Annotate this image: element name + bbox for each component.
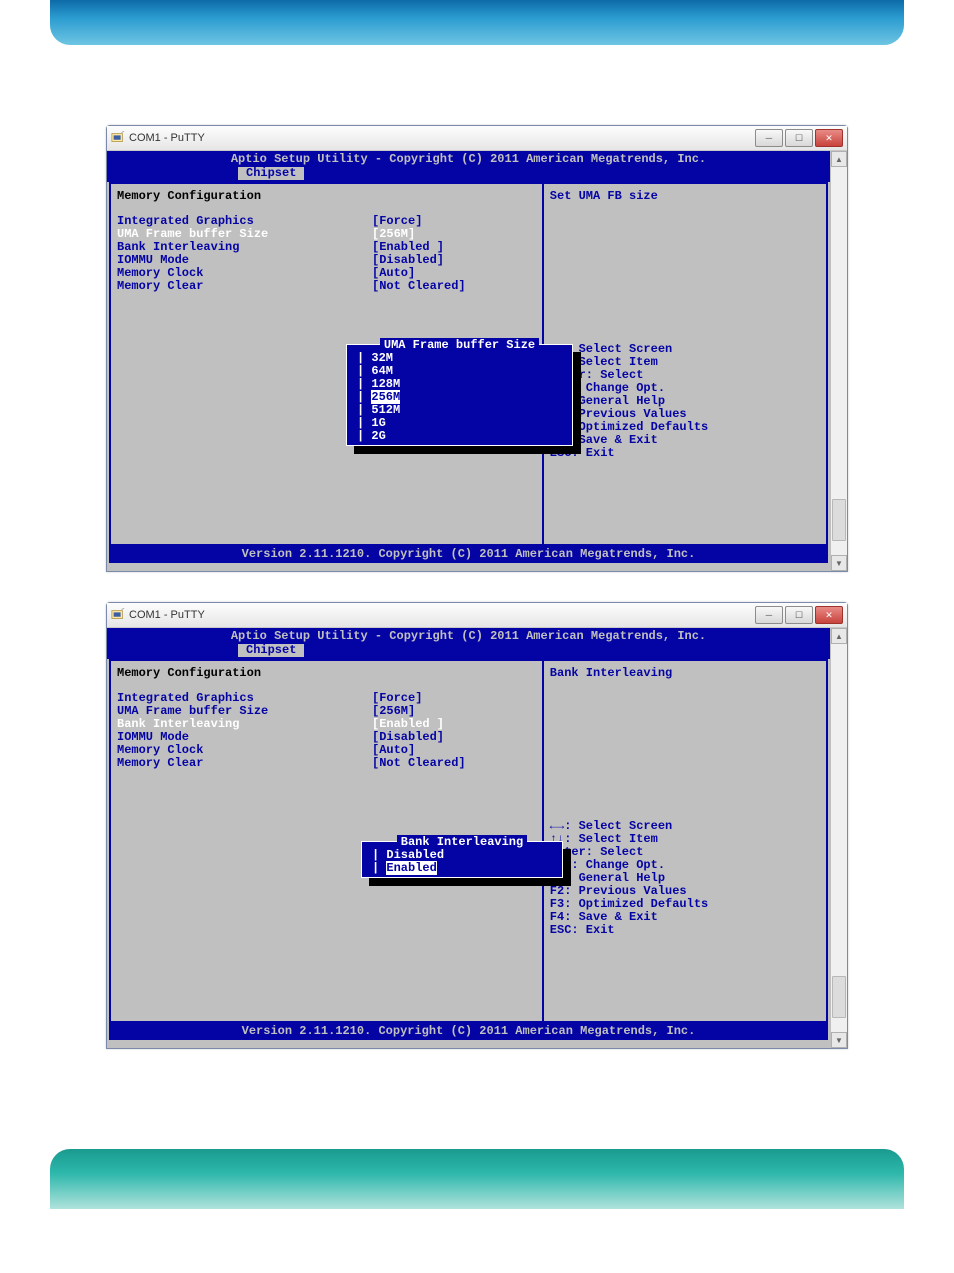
putty-icon [111, 608, 125, 622]
bios-footer: Version 2.11.1210. Copyright (C) 2011 Am… [109, 546, 828, 563]
settings-list: Integrated Graphics[Force]UMA Frame buff… [117, 692, 536, 770]
popup-uma[interactable]: UMA Frame buffer Size 32M64M128M256M 512… [346, 344, 573, 446]
scrollbar[interactable]: ▲ ▼ [830, 628, 847, 1048]
putty-window-1: COM1 - PuTTY ─ ☐ ✕ Aptio Setup Utility -… [106, 125, 848, 572]
minimize-button[interactable]: ─ [755, 606, 783, 624]
bios-right-col: Set UMA FB size ←→: Select Screen↑↓: Sel… [544, 184, 826, 544]
help-line: ESC: Exit [550, 447, 820, 460]
setting-label: Memory Clear [117, 280, 372, 293]
scroll-down-icon[interactable]: ▼ [831, 555, 847, 571]
setting-value: [Not Cleared] [372, 280, 466, 293]
scrollbar[interactable]: ▲ ▼ [830, 151, 847, 571]
scroll-up-icon[interactable]: ▲ [831, 628, 847, 644]
bios-tab-row: Chipset [107, 643, 830, 659]
setting-row[interactable]: Memory Clear[Not Cleared] [117, 280, 536, 293]
bios-header: Aptio Setup Utility - Copyright (C) 2011… [107, 628, 830, 643]
minimize-button[interactable]: ─ [755, 129, 783, 147]
close-button[interactable]: ✕ [815, 606, 843, 624]
page-header-banner [50, 0, 904, 45]
section-title: Memory Configuration [117, 667, 536, 680]
popup-item[interactable]: Enabled [362, 862, 562, 875]
maximize-button[interactable]: ☐ [785, 129, 813, 147]
bios-right-col: Bank Interleaving ←→: Select Screen↑↓: S… [544, 661, 826, 1021]
bios-body: Memory Configuration Integrated Graphics… [109, 659, 828, 1023]
window-title: COM1 - PuTTY [129, 609, 755, 621]
bios-left-col: Memory Configuration Integrated Graphics… [111, 184, 544, 544]
window-controls: ─ ☐ ✕ [755, 606, 843, 624]
bios-terminal[interactable]: Aptio Setup Utility - Copyright (C) 2011… [107, 628, 830, 1048]
window-title: COM1 - PuTTY [129, 132, 755, 144]
tab-chipset[interactable]: Chipset [237, 166, 305, 181]
help-title: Set UMA FB size [550, 190, 820, 203]
bios-body: Memory Configuration Integrated Graphics… [109, 182, 828, 546]
putty-icon [111, 131, 125, 145]
bios-footer: Version 2.11.1210. Copyright (C) 2011 Am… [109, 1023, 828, 1040]
setting-label: Memory Clear [117, 757, 372, 770]
page-footer-banner [50, 1149, 904, 1209]
title-bar[interactable]: COM1 - PuTTY ─ ☐ ✕ [107, 126, 847, 151]
title-bar[interactable]: COM1 - PuTTY ─ ☐ ✕ [107, 603, 847, 628]
popup-item[interactable]: 2G [347, 430, 572, 443]
bios-left-col: Memory Configuration Integrated Graphics… [111, 661, 544, 1021]
help-title: Bank Interleaving [550, 667, 820, 680]
scroll-thumb[interactable] [832, 499, 846, 541]
scroll-down-icon[interactable]: ▼ [831, 1032, 847, 1048]
putty-window-2: COM1 - PuTTY ─ ☐ ✕ Aptio Setup Utility -… [106, 602, 848, 1049]
bios-header: Aptio Setup Utility - Copyright (C) 2011… [107, 151, 830, 166]
scroll-thumb[interactable] [832, 976, 846, 1018]
setting-value: [Not Cleared] [372, 757, 466, 770]
window-controls: ─ ☐ ✕ [755, 129, 843, 147]
key-help: ←→: Select Screen↑↓: Select ItemEnter: S… [550, 343, 820, 460]
setting-row[interactable]: Memory Clear[Not Cleared] [117, 757, 536, 770]
key-help: ←→: Select Screen↑↓: Select ItemEnter: S… [550, 820, 820, 937]
maximize-button[interactable]: ☐ [785, 606, 813, 624]
popup-bank[interactable]: Bank Interleaving DisabledEnabled [361, 841, 563, 878]
section-title: Memory Configuration [117, 190, 536, 203]
tab-chipset[interactable]: Chipset [237, 643, 305, 658]
bios-terminal[interactable]: Aptio Setup Utility - Copyright (C) 2011… [107, 151, 830, 571]
scroll-up-icon[interactable]: ▲ [831, 151, 847, 167]
settings-list: Integrated Graphics[Force]UMA Frame buff… [117, 215, 536, 293]
close-button[interactable]: ✕ [815, 129, 843, 147]
help-line: ESC: Exit [550, 924, 820, 937]
bios-tab-row: Chipset [107, 166, 830, 182]
